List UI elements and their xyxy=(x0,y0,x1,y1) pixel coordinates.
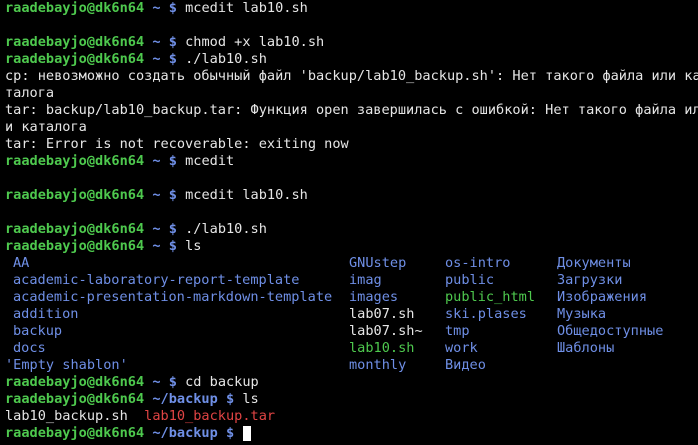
prompt-symbol: $ xyxy=(168,221,177,237)
ls-entry-dir: Документы xyxy=(557,255,631,271)
ls-entry-dir: AA xyxy=(13,255,30,271)
prompt-user: raadebayjo@dk6n64 xyxy=(5,51,145,67)
ls-entry-dir: tmp xyxy=(445,323,470,339)
ls-entry-file: lab07.sh xyxy=(349,306,415,322)
ls-entry-dir: academic-laboratory-report-template xyxy=(13,272,300,288)
active-prompt-line[interactable]: raadebayjo@dk6n64 ~/backup $ xyxy=(5,425,698,442)
error-output: cp: невозможно создать обычный файл 'bac… xyxy=(5,68,698,84)
terminal-window[interactable]: raadebayjo@dk6n64 ~ $ mcedit lab10.sh ra… xyxy=(0,0,698,445)
ls-entry-dir: Общедоступные xyxy=(557,323,664,339)
prompt-symbol: $ xyxy=(168,238,177,254)
command-text: mcedit lab10.sh xyxy=(185,187,308,203)
prompt-user: raadebayjo@dk6n64 xyxy=(5,238,145,254)
ls-entry-dir: Загрузки xyxy=(557,272,623,288)
ls-row: addition lab07.sh ski.plases Музыка xyxy=(5,306,698,323)
prompt-symbol: $ xyxy=(168,34,177,50)
prompt-path: ~ xyxy=(152,51,161,67)
prompt-path: ~ xyxy=(152,0,161,16)
ls-entry-dir: backup xyxy=(13,323,63,339)
ls-row: academic-presentation-markdown-template … xyxy=(5,289,698,306)
ls-row: docs lab10.sh work Шаблоны xyxy=(5,340,698,357)
ls-entry-dir: 'Empty shablon' xyxy=(5,357,128,373)
command-text: ls xyxy=(242,391,259,407)
prompt-line: raadebayjo@dk6n64 ~ $ ./lab10.sh xyxy=(5,221,698,238)
ls-row: academic-laboratory-report-template imag… xyxy=(5,272,698,289)
prompt-symbol: $ xyxy=(226,425,235,441)
prompt-path: ~ xyxy=(152,153,161,169)
ls-entry-dir: os-intro xyxy=(445,255,511,271)
ls-entry-archive: lab10_backup.tar xyxy=(144,408,276,424)
prompt-line: raadebayjo@dk6n64 ~ $ ./lab10.sh xyxy=(5,51,698,68)
prompt-user: raadebayjo@dk6n64 xyxy=(5,425,145,441)
command-text: mcedit lab10.sh xyxy=(185,0,308,16)
prompt-line: raadebayjo@dk6n64 ~ $ ls xyxy=(5,238,698,255)
error-output: талога xyxy=(5,85,55,101)
ls-entry-dir: Шаблоны xyxy=(557,340,615,356)
ls-row: lab10_backup.sh lab10_backup.tar xyxy=(5,408,698,425)
prompt-symbol: $ xyxy=(168,51,177,67)
ls-entry-dir: GNUstep xyxy=(349,255,407,271)
error-output: и каталога xyxy=(5,119,87,135)
prompt-path: ~/backup xyxy=(152,425,218,441)
prompt-line: raadebayjo@dk6n64 ~ $ mcedit lab10.sh xyxy=(5,0,698,17)
ls-entry-dir: imag xyxy=(349,272,382,288)
prompt-line: raadebayjo@dk6n64 ~ $ cd backup xyxy=(5,374,698,391)
prompt-symbol: $ xyxy=(168,374,177,390)
prompt-path: ~ xyxy=(152,34,161,50)
prompt-line: raadebayjo@dk6n64 ~ $ chmod +x lab10.sh xyxy=(5,34,698,51)
prompt-line: raadebayjo@dk6n64 ~ $ mcedit xyxy=(5,153,698,170)
prompt-path: ~/backup xyxy=(152,391,218,407)
ls-entry-dir: docs xyxy=(13,340,46,356)
command-text: ./lab10.sh xyxy=(185,221,267,237)
error-output: tar: Error is not recoverable: exiting n… xyxy=(5,136,349,152)
ls-entry-dir: addition xyxy=(13,306,79,322)
ls-entry-dir: public_html xyxy=(445,289,536,305)
prompt-user: raadebayjo@dk6n64 xyxy=(5,187,145,203)
prompt-line: raadebayjo@dk6n64 ~ $ mcedit lab10.sh xyxy=(5,187,698,204)
ls-entry-dir: Видео xyxy=(445,357,486,373)
command-text: ls xyxy=(185,238,202,254)
command-text: ./lab10.sh xyxy=(185,51,267,67)
text-cursor[interactable] xyxy=(243,425,252,441)
prompt-path: ~ xyxy=(152,238,161,254)
prompt-user: raadebayjo@dk6n64 xyxy=(5,34,145,50)
ls-entry-executable: lab10.sh xyxy=(349,340,415,356)
ls-entry-dir: monthly xyxy=(349,357,407,373)
prompt-symbol: $ xyxy=(168,187,177,203)
prompt-path: ~ xyxy=(152,374,161,390)
ls-entry-dir: academic-presentation-markdown-template xyxy=(13,289,333,305)
command-text: cd backup xyxy=(185,374,259,390)
command-text: mcedit xyxy=(185,153,235,169)
ls-entry-file: lab07.sh~ xyxy=(349,323,423,339)
error-output: tar: backup/lab10_backup.tar: Функция op… xyxy=(5,102,698,118)
ls-entry-dir: Музыка xyxy=(557,306,607,322)
prompt-user: raadebayjo@dk6n64 xyxy=(5,221,145,237)
prompt-symbol: $ xyxy=(168,153,177,169)
ls-entry-dir: ski.plases xyxy=(445,306,527,322)
ls-entry-dir: work xyxy=(445,340,478,356)
ls-row: 'Empty shablon' monthly Видео xyxy=(5,357,698,374)
ls-entry-dir: Изображения xyxy=(557,289,648,305)
prompt-user: raadebayjo@dk6n64 xyxy=(5,0,145,16)
prompt-symbol: $ xyxy=(226,391,235,407)
ls-entry-dir: public xyxy=(445,272,495,288)
prompt-line: raadebayjo@dk6n64 ~/backup $ ls xyxy=(5,391,698,408)
command-text: chmod +x lab10.sh xyxy=(185,34,325,50)
ls-row: AA GNUstep os-intro Документы xyxy=(5,255,698,272)
ls-entry-dir: images xyxy=(349,289,399,305)
prompt-path: ~ xyxy=(152,221,161,237)
ls-row: backup lab07.sh~ tmp Общедоступные xyxy=(5,323,698,340)
prompt-symbol: $ xyxy=(168,0,177,16)
prompt-user: raadebayjo@dk6n64 xyxy=(5,153,145,169)
prompt-path: ~ xyxy=(152,187,161,203)
